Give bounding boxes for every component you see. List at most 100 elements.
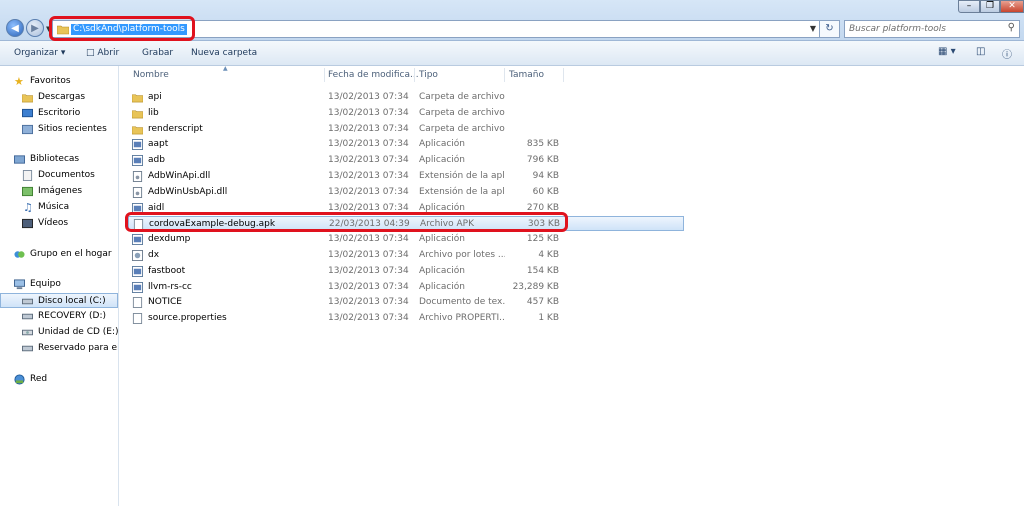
nav-downloads[interactable]: Descargas (0, 90, 118, 105)
file-row[interactable]: adb 13/02/2013 07:34 a... Aplicación 796 KB (128, 153, 684, 168)
file-name: dx (148, 250, 160, 260)
minimize-button[interactable]: – (958, 0, 980, 13)
hard-drive-icon (22, 345, 33, 352)
file-type: Aplicación (419, 281, 465, 292)
recent-places-icon (22, 124, 33, 135)
nav-drive-e[interactable]: Unidad de CD (E:) (0, 325, 118, 340)
refresh-button[interactable]: ↻ (820, 20, 840, 38)
nav-recent-places[interactable]: Sitios recientes (0, 122, 118, 137)
address-dropdown-icon[interactable]: ▼ (810, 24, 816, 33)
file-type: Documento de tex... (419, 297, 505, 308)
file-type: Aplicación (419, 265, 465, 276)
file-name: AdbWinApi.dll (148, 171, 211, 181)
bat-icon (132, 250, 143, 261)
folder-icon (57, 25, 69, 35)
command-bar: Organizar ▾ □ Abrir Grabar Nueva carpeta… (0, 41, 1024, 66)
file-icon (132, 297, 143, 309)
column-divider[interactable] (324, 68, 325, 82)
column-name[interactable]: Nombre (133, 66, 169, 84)
recent-pages-chevron-icon[interactable]: ▼ (46, 25, 51, 33)
refresh-icon: ↻ (825, 23, 834, 34)
address-path[interactable]: C:\sdkAnd\platform-tools (71, 24, 187, 35)
address-bar[interactable]: C:\sdkAnd\platform-tools ▼ (52, 20, 820, 38)
file-size: 270 KB (526, 202, 559, 213)
view-options-icon[interactable]: ▦ ▾ (938, 46, 956, 57)
file-date: 13/02/2013 07:34 a... (328, 313, 412, 324)
search-input[interactable]: Buscar platform-tools ⚲ (844, 20, 1020, 38)
file-name: api (148, 92, 162, 102)
file-name: source.properties (148, 313, 227, 324)
file-row[interactable]: aidl 13/02/2013 07:34 a... Aplicación 270 K… (128, 201, 684, 216)
file-type: Carpeta de archivos (419, 123, 505, 134)
sort-arrow-icon: ▲ (223, 65, 228, 72)
dll-icon (132, 171, 143, 182)
folder-icon (22, 94, 33, 103)
file-row[interactable]: NOTICE 13/02/2013 07:34 a... Documento de … (128, 295, 684, 310)
navigation-pane: ★ Favoritos Descargas Escritorio Sitios … (0, 66, 119, 506)
nav-documents[interactable]: Documentos (0, 168, 118, 183)
nav-desktop[interactable]: Escritorio (0, 106, 118, 121)
file-icon: □ (86, 48, 95, 58)
title-bar: ◀ ▶ ▼ C:\sdkAnd\platform-tools ▼ ↻ Busca… (0, 0, 1024, 41)
nav-music[interactable]: ♫ Música (0, 200, 118, 215)
close-button[interactable]: ✕ (1000, 0, 1024, 13)
nav-network[interactable]: Red (0, 372, 118, 387)
column-type[interactable]: Tipo (419, 66, 438, 84)
chevron-down-icon: ▾ (60, 48, 66, 58)
nav-favorites[interactable]: ★ Favoritos (0, 74, 118, 89)
file-row[interactable]: api 13/02/2013 07:34 a... Carpeta de archi… (128, 90, 684, 105)
nav-drive-d[interactable]: RECOVERY (D:) (0, 309, 118, 324)
column-date[interactable]: Fecha de modifica... (328, 66, 419, 84)
file-date: 13/02/2013 07:34 a... (328, 250, 412, 260)
nav-computer[interactable]: Equipo (0, 277, 118, 292)
file-name: AdbWinUsbApi.dll (148, 186, 228, 197)
new-folder-button[interactable]: Nueva carpeta (191, 48, 257, 58)
file-date: 13/02/2013 07:34 a... (328, 92, 412, 102)
back-button[interactable]: ◀ (6, 19, 24, 37)
file-row[interactable]: llvm-rs-cc 13/02/2013 07:34 a... Aplicació… (128, 280, 684, 295)
file-size: 4 KB (538, 250, 559, 260)
file-row[interactable]: fastboot 13/02/2013 07:34 a... Aplicación 1… (128, 264, 684, 279)
file-row[interactable]: dexdump 13/02/2013 07:34 a... Aplicación 12… (128, 232, 684, 247)
nav-reserved[interactable]: Reservado para el sis (0, 341, 118, 356)
file-size: 125 KB (526, 234, 559, 245)
computer-icon (14, 279, 25, 290)
burn-button[interactable]: Grabar (142, 48, 173, 58)
file-name: aidl (148, 202, 165, 213)
help-icon[interactable]: ⓘ (1002, 46, 1012, 61)
forward-button[interactable]: ▶ (26, 19, 44, 37)
nav-libraries[interactable]: Bibliotecas (0, 152, 118, 167)
nav-images[interactable]: Imágenes (0, 184, 118, 199)
file-name: adb (148, 155, 165, 166)
open-button[interactable]: □ Abrir (86, 48, 119, 58)
organize-button[interactable]: Organizar ▾ (14, 48, 65, 58)
maximize-button[interactable]: ❐ (980, 0, 1000, 13)
file-row[interactable]: AdbWinUsbApi.dll 13/02/2013 07:34 a... Ext… (128, 185, 684, 200)
nav-videos[interactable]: Vídeos (0, 216, 118, 231)
file-date: 13/02/2013 07:34 a... (328, 186, 412, 197)
file-date: 13/02/2013 07:34 a... (328, 123, 412, 134)
file-row[interactable]: source.properties 13/02/2013 07:34 a... Ar… (128, 311, 684, 326)
dll-icon (132, 186, 143, 198)
file-row[interactable]: dx 13/02/2013 07:34 a... Archivo por lotes… (128, 248, 684, 263)
file-row[interactable]: cordovaExample-debug.apk 22/03/2013 04:39… (128, 216, 684, 232)
file-name: lib (148, 107, 159, 118)
column-divider[interactable] (504, 68, 505, 82)
desktop-icon (22, 108, 33, 118)
column-divider[interactable] (563, 68, 564, 82)
file-row[interactable]: aapt 13/02/2013 07:34 a... Aplicación 835 K… (128, 137, 684, 152)
file-size: 1 KB (538, 313, 559, 324)
preview-pane-icon[interactable]: ◫ (976, 46, 985, 57)
file-type: Aplicación (419, 155, 465, 166)
nav-drive-c[interactable]: Disco local (C:) (0, 293, 118, 308)
file-row[interactable]: renderscript 13/02/2013 07:34 a... Carpeta… (128, 122, 684, 137)
file-row[interactable]: lib 13/02/2013 07:34 a... Carpeta de archi… (128, 106, 684, 121)
column-size[interactable]: Tamaño (509, 66, 544, 84)
column-divider[interactable] (414, 68, 415, 82)
hard-drive-icon (22, 298, 33, 305)
file-size: 835 KB (526, 139, 559, 150)
file-type: Extensión de la apl... (419, 171, 505, 181)
nav-homegroup[interactable]: Grupo en el hogar (0, 247, 118, 262)
folder-icon (132, 110, 143, 119)
file-row[interactable]: AdbWinApi.dll 13/02/2013 07:34 a... Extens… (128, 169, 684, 184)
